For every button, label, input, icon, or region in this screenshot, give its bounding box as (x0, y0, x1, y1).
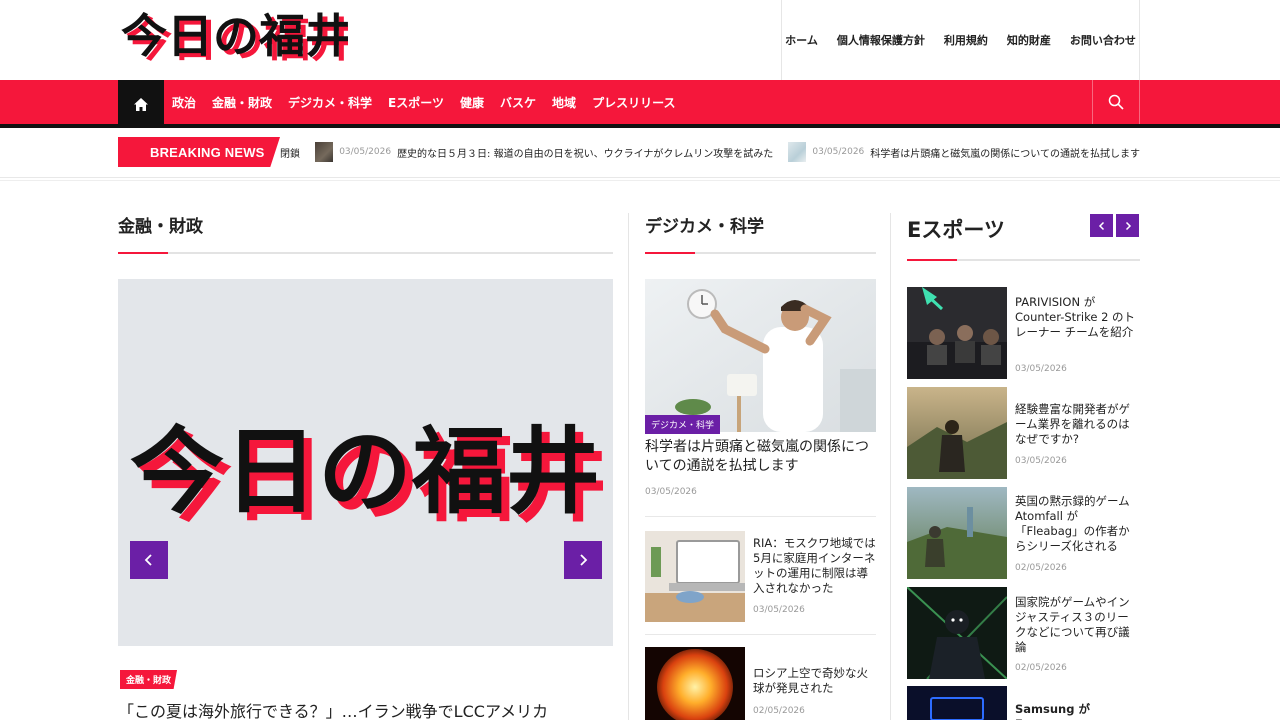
article-thumb-game-samurai[interactable] (907, 387, 1007, 479)
article-date: 02/05/2026 (1015, 563, 1067, 573)
article-date: 03/05/2026 (1015, 456, 1067, 466)
nav-item-digicame[interactable]: デジカメ・科学 (280, 94, 380, 111)
article-title[interactable]: 経験豊富な開発者がゲーム業界を離れるのはなぜですか? (1015, 402, 1139, 447)
ticker-date: 03/05/2026 (812, 147, 865, 157)
article-title[interactable]: PARIVISION が Counter-Strike 2 のトレーナー チーム… (1015, 295, 1139, 340)
top-nav-terms[interactable]: 利用規約 (944, 32, 988, 48)
nav-item-esports[interactable]: Eスポーツ (380, 94, 452, 111)
article-thumb-fireball[interactable] (645, 647, 745, 720)
section-title-esports[interactable]: Eスポーツ (907, 214, 1005, 244)
home-button[interactable] (118, 80, 164, 128)
top-nav: ホーム 個人情報保護方針 利用規約 知的財産 お問い合わせ (781, 0, 1140, 80)
article-title[interactable]: 英国の黙示録的ゲーム Atomfall が「Fleabag」の作者からシリーズ化… (1015, 494, 1139, 554)
nav-item-basketball[interactable]: バスケ (492, 94, 544, 111)
breaking-news-label: BREAKING NEWS (118, 137, 280, 167)
article-title[interactable]: ロシア上空で奇妙な火球が発見された (753, 666, 876, 696)
list-divider (645, 634, 876, 635)
ticker-prefix[interactable]: 閉鎖 (280, 145, 300, 160)
article-thumb-samsung[interactable] (907, 686, 1007, 720)
slide-logo-text: 今日の福井 (130, 418, 600, 527)
ticker-thumb[interactable] (788, 142, 807, 162)
section-rule (907, 259, 1140, 261)
chevron-left-icon (144, 554, 152, 566)
article-thumb-laptop[interactable] (645, 531, 745, 622)
article-image-migraine[interactable] (645, 279, 876, 432)
nav-item-press[interactable]: プレスリリース (584, 94, 683, 111)
slide-logo-image[interactable]: 今日の福井 今日の福井 (128, 400, 603, 530)
search-button[interactable] (1092, 80, 1140, 124)
ticker-thumb[interactable] (315, 142, 334, 162)
nav-item-health[interactable]: 健康 (452, 94, 492, 111)
chevron-right-icon (1125, 221, 1131, 230)
top-nav-home[interactable]: ホーム (785, 32, 818, 48)
column-divider (628, 213, 629, 720)
article-thumb-injustice[interactable] (907, 587, 1007, 679)
category-badge[interactable]: 金融・財政 (120, 670, 178, 689)
esports-slider-controls (1090, 214, 1139, 237)
ticker-headline[interactable]: 科学者は片頭痛と磁気嵐の関係についての通説を払拭します (870, 145, 1140, 160)
column-divider (890, 213, 891, 720)
breaking-divider (0, 180, 1280, 181)
section-rule (645, 252, 876, 254)
article-date: 03/05/2026 (645, 487, 697, 497)
section-title-digicame[interactable]: デジカメ・科学 (645, 212, 764, 237)
article-title[interactable]: 科学者は片頭痛と磁気嵐の関係についての通説を払拭します (645, 438, 877, 476)
chevron-right-icon (580, 554, 588, 566)
article-date: 03/05/2026 (753, 605, 805, 615)
top-nav-ip[interactable]: 知的財産 (1007, 32, 1051, 48)
section-title-finance[interactable]: 金融・財政 (118, 212, 203, 237)
list-divider (645, 516, 876, 517)
article-thumb-atomfall[interactable] (907, 487, 1007, 579)
article-date: 02/05/2026 (1015, 663, 1067, 673)
article-date: 02/05/2026 (753, 706, 805, 716)
esports-next-button[interactable] (1116, 214, 1139, 237)
top-nav-contact[interactable]: お問い合わせ (1070, 32, 1136, 48)
home-icon (134, 97, 148, 111)
search-icon (1108, 94, 1124, 110)
slider-prev-button[interactable] (130, 541, 168, 579)
news-ticker: 閉鎖 03/05/2026 歴史的な日５月３日: 報道の自由の日を祝い、ウクライ… (280, 137, 1140, 167)
nav-item-region[interactable]: 地域 (544, 94, 584, 111)
ticker-headline[interactable]: 歴史的な日５月３日: 報道の自由の日を祝い、ウクライナがクレムリン攻撃を試みた (397, 145, 773, 160)
nav-item-finance[interactable]: 金融・財政 (204, 94, 280, 111)
lead-article-title[interactable]: 「この夏は海外旅行できる？」…イラン戦争でLCCアメリカ (118, 698, 613, 720)
article-date: 03/05/2026 (1015, 364, 1067, 374)
nav-item-politics[interactable]: 政治 (164, 94, 204, 111)
logo-text: 今日の福井 (121, 9, 348, 63)
site-logo[interactable]: 今日の福井 今日の福井 (118, 8, 348, 72)
article-thumb-esports-team[interactable] (907, 287, 1007, 379)
article-title[interactable]: 国家院がゲームやインジャスティス３のリークなどについて再び議論 (1015, 595, 1139, 655)
article-title[interactable]: Samsung が Exynos (1015, 702, 1139, 720)
article-title[interactable]: RIA：モスクワ地域では5月に家庭用インターネットの運用に制限は導入されなかった (753, 536, 876, 596)
category-badge[interactable]: デジカメ・科学 (645, 415, 721, 434)
slider-next-button[interactable] (564, 541, 602, 579)
ticker-date: 03/05/2026 (339, 147, 392, 157)
site-header: 今日の福井 今日の福井 ホーム 個人情報保護方針 利用規約 知的財産 お問い合わ… (0, 0, 1280, 80)
chevron-left-icon (1098, 221, 1104, 230)
esports-prev-button[interactable] (1090, 214, 1113, 237)
category-nav: 政治 金融・財政 デジカメ・科学 Eスポーツ 健康 バスケ 地域 プレスリリース (164, 80, 683, 124)
top-nav-privacy[interactable]: 個人情報保護方針 (837, 32, 925, 48)
section-rule (118, 252, 613, 254)
